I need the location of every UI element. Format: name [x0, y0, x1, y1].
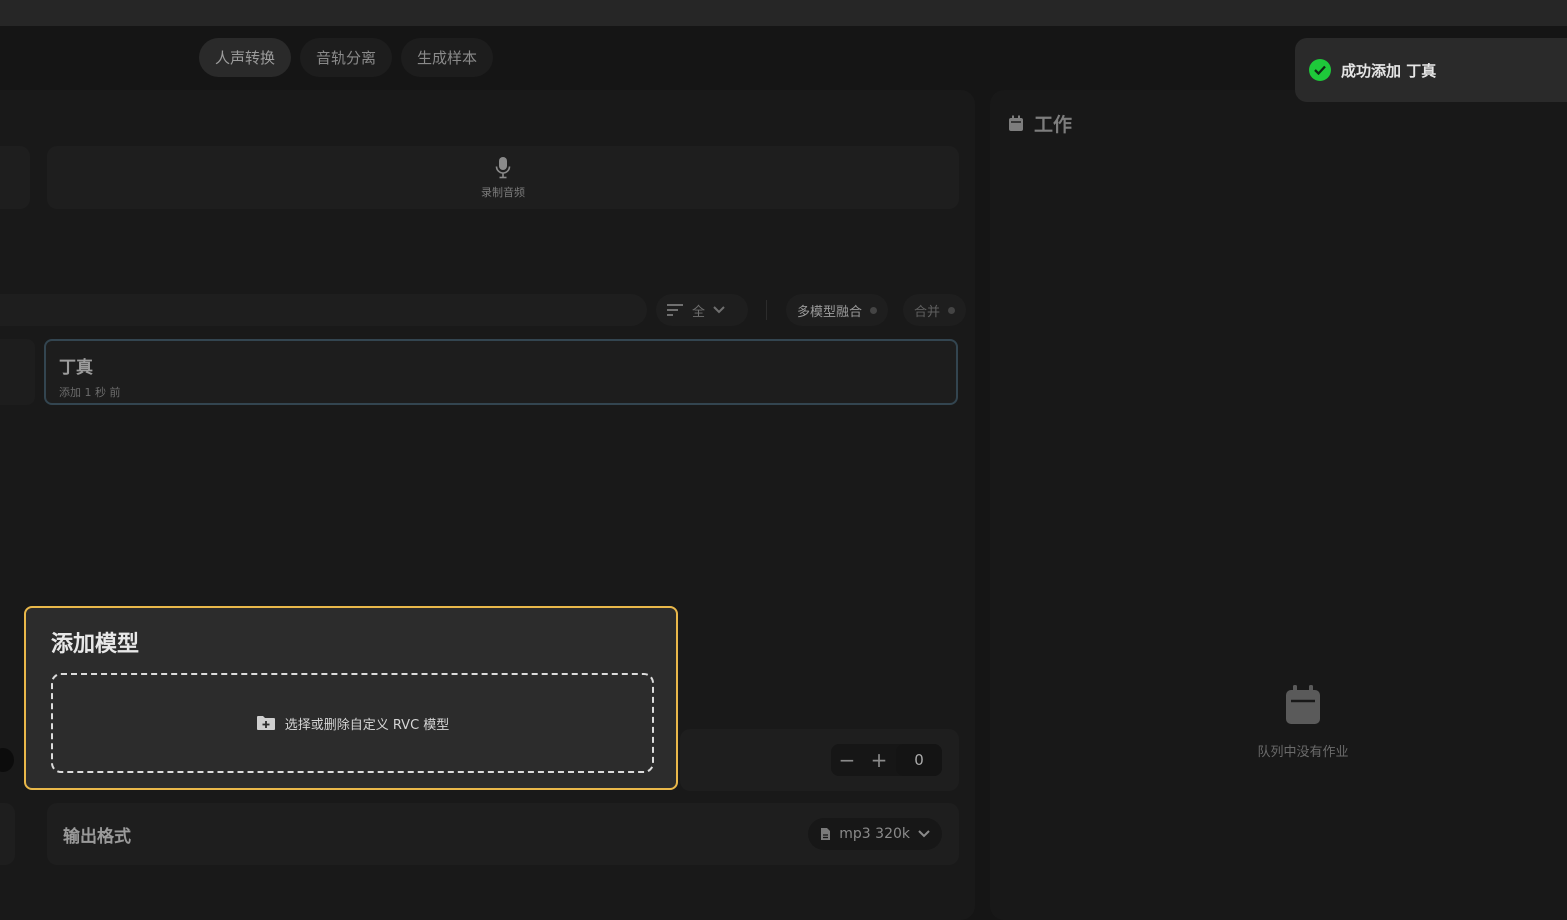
model-dropzone[interactable]: 选择或删除自定义 RVC 模型 — [51, 673, 654, 773]
sort-icon — [667, 304, 683, 316]
chevron-down-icon — [918, 830, 930, 838]
folder-add-icon — [256, 716, 275, 730]
model-card-selected[interactable]: 丁真 添加 1 秒 前 — [44, 339, 958, 405]
left-partial-button[interactable] — [0, 803, 15, 865]
toggle-indicator — [948, 306, 956, 314]
toast-message: 成功添加 丁真 — [1341, 61, 1437, 80]
add-model-dialog: 添加模型 选择或删除自定义 RVC 模型 — [24, 606, 678, 790]
record-audio-button[interactable]: 录制音频 — [47, 146, 959, 209]
dialog-title: 添加模型 — [51, 632, 140, 657]
stepper-value[interactable]: 0 — [896, 744, 942, 776]
multi-model-toggle[interactable]: 多模型融合 — [786, 294, 889, 326]
merge-toggle[interactable]: 合并 — [903, 294, 967, 326]
tab-generate-sample[interactable]: 生成样本 — [401, 38, 494, 77]
dropzone-label: 选择或删除自定义 RVC 模型 — [284, 717, 450, 733]
chevron-down-icon — [713, 306, 725, 314]
jobs-empty-state: 队列中没有作业 — [1233, 685, 1373, 760]
model-added-time: 添加 1 秒 前 — [59, 386, 121, 399]
output-format-value: mp3 320k — [839, 826, 910, 842]
output-format-select[interactable]: mp3 320k — [808, 818, 942, 850]
calendar-icon — [1009, 115, 1023, 131]
check-circle-icon — [1309, 59, 1331, 81]
main-panel — [0, 90, 975, 920]
sort-label: 全 — [692, 304, 706, 320]
toggle-indicator — [870, 306, 878, 314]
file-icon — [821, 828, 831, 840]
model-search-input[interactable] — [0, 294, 647, 326]
sort-dropdown[interactable]: 全 — [656, 294, 748, 326]
jobs-panel — [990, 90, 1567, 920]
tab-voice-convert[interactable]: 人声转换 — [199, 38, 292, 77]
record-audio-label: 录制音频 — [481, 185, 525, 199]
tab-track-separate[interactable]: 音轨分离 — [300, 38, 393, 77]
decrement-button[interactable]: − — [831, 748, 863, 772]
merge-label: 合并 — [914, 304, 941, 320]
jobs-title: 工作 — [1034, 114, 1073, 136]
upload-audio-box[interactable] — [0, 146, 30, 209]
mode-tabs: 人声转换 音轨分离 生成样本 — [199, 38, 494, 77]
window-top-bar — [0, 0, 1567, 26]
increment-button[interactable]: + — [863, 748, 895, 772]
pitch-stepper: − + 0 — [831, 744, 942, 776]
calendar-icon — [1286, 685, 1320, 724]
model-name: 丁真 — [59, 358, 93, 378]
microphone-icon — [495, 156, 511, 178]
output-format-row: 输出格式 mp3 320k — [47, 803, 959, 865]
jobs-empty-text: 队列中没有作业 — [1257, 745, 1349, 760]
multi-model-label: 多模型融合 — [797, 304, 863, 320]
model-card-partial[interactable] — [0, 339, 35, 405]
toolbar-divider — [766, 300, 767, 320]
jobs-header: 工作 — [1008, 110, 1072, 137]
output-format-label: 输出格式 — [63, 826, 131, 847]
success-toast: 成功添加 丁真 — [1295, 38, 1567, 102]
